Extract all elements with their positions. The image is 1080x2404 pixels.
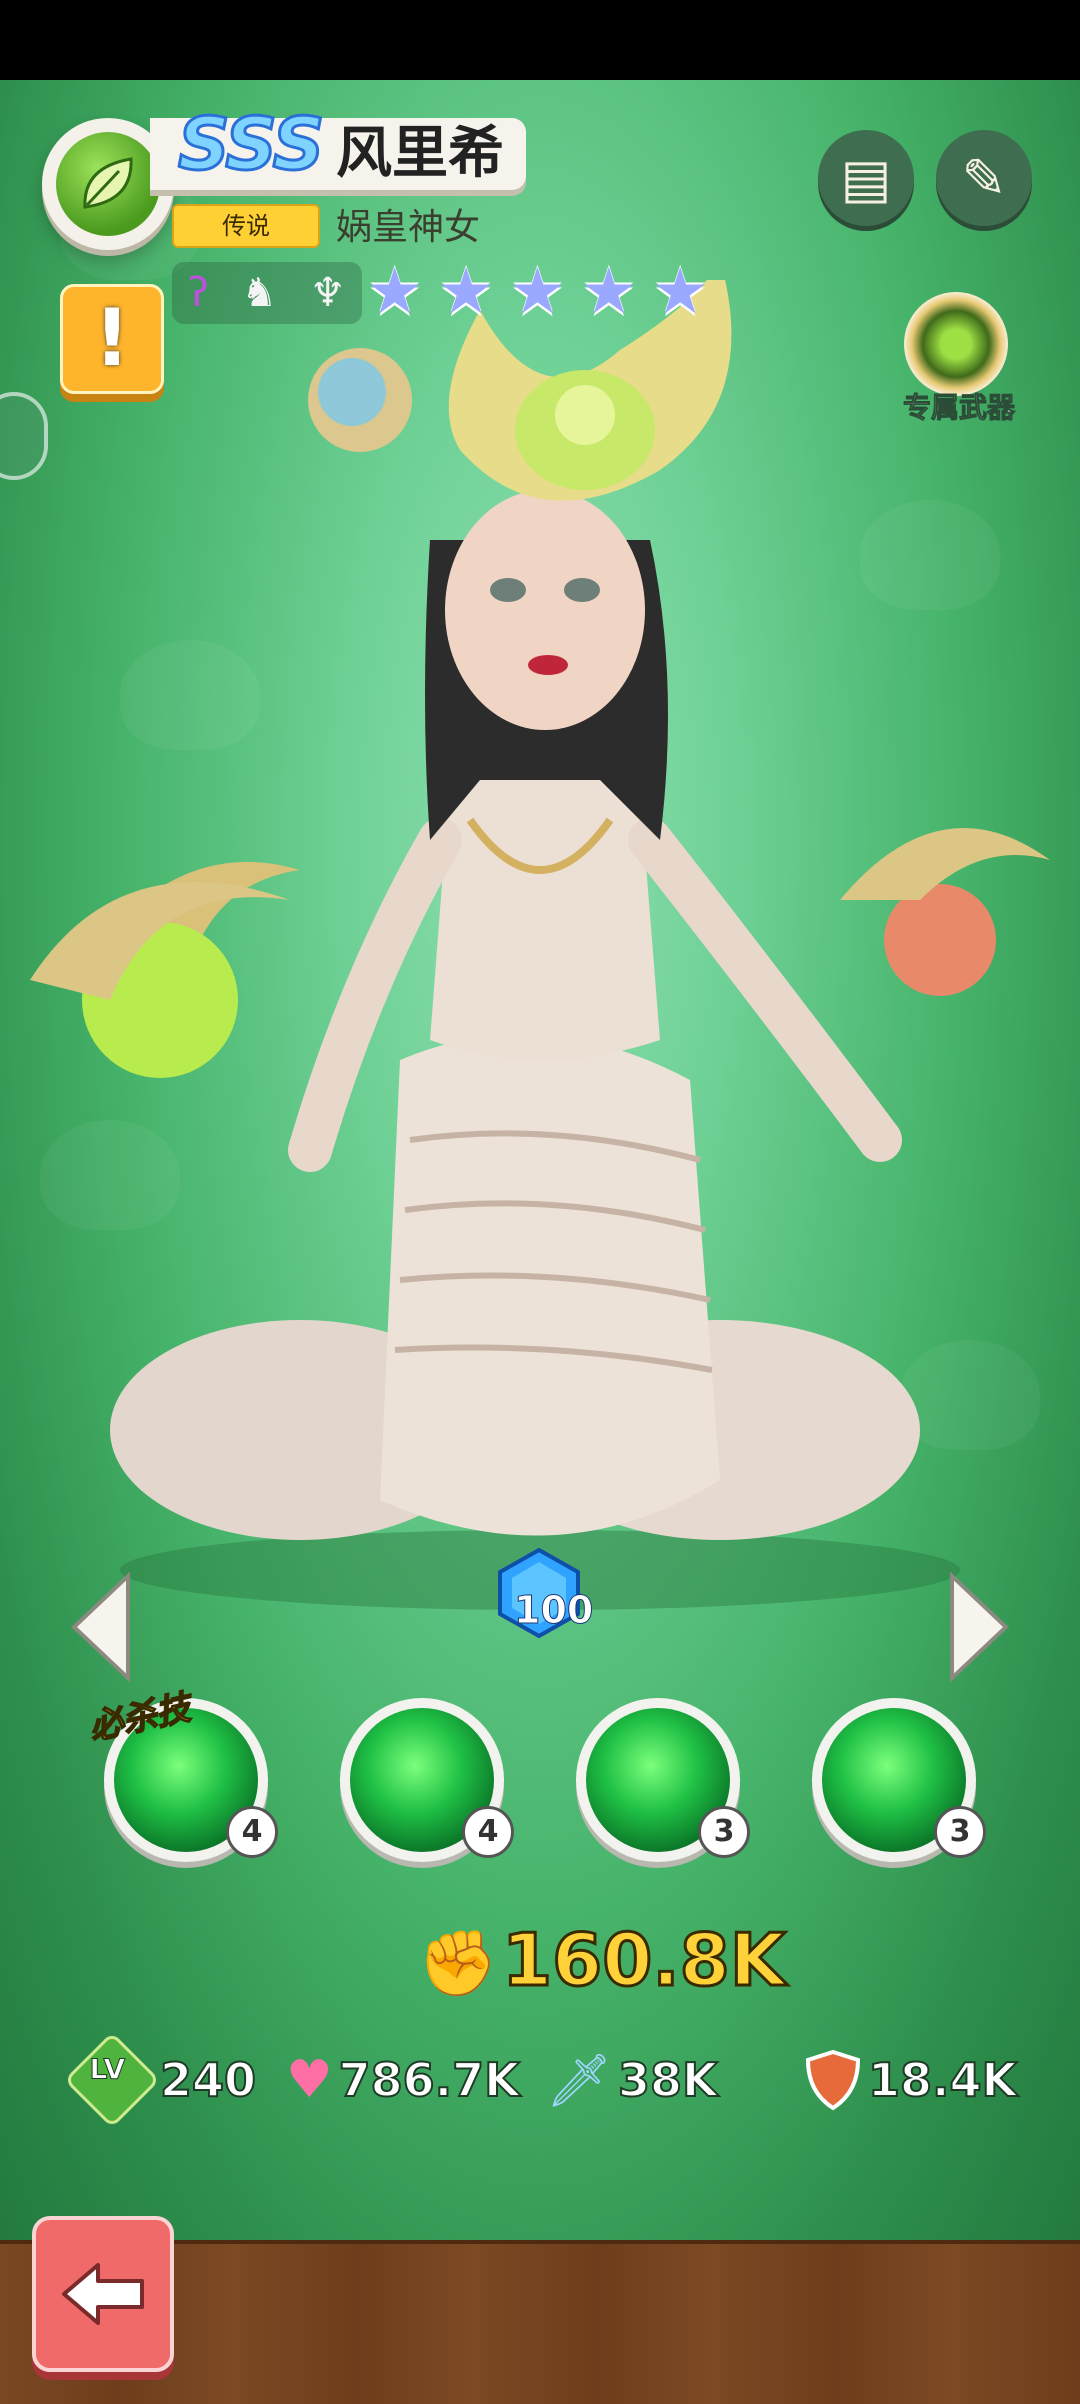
star-rating: ★ ★ ★ ★ ★ xyxy=(366,256,709,328)
skill-slot-3[interactable]: 3 xyxy=(576,1698,750,1862)
star-icon: ★ xyxy=(508,255,567,329)
info-button[interactable]: ! xyxy=(60,284,164,394)
skill-slot-4[interactable]: 3 xyxy=(812,1698,986,1862)
hp-value: 786.7K xyxy=(338,2052,521,2108)
star-icon: ★ xyxy=(366,255,424,329)
star-icon: ★ xyxy=(651,255,709,329)
sword-icon: 🗡 xyxy=(546,2050,613,2111)
side-tab[interactable] xyxy=(0,392,48,480)
handbook-button[interactable]: ▤ xyxy=(818,130,914,226)
trait-tags[interactable]: ʔ ♞ ♆ xyxy=(172,262,362,324)
previous-hero-arrow[interactable] xyxy=(68,1572,134,1682)
book-icon: ▤ xyxy=(840,146,892,210)
shield-icon xyxy=(805,2049,861,2111)
hero-character-art xyxy=(30,280,1050,1610)
exclusive-weapon-label: 专属武器 xyxy=(902,391,1015,425)
defense-stat: 18.4K xyxy=(804,2049,1018,2111)
heart-icon: ♥ xyxy=(286,2050,333,2110)
back-arrow-icon xyxy=(62,2263,144,2325)
star-icon: ★ xyxy=(580,255,638,329)
skill-slot-2[interactable]: 4 xyxy=(340,1698,514,1862)
attack-value: 38K xyxy=(617,2052,719,2108)
back-button[interactable] xyxy=(32,2216,174,2372)
exclusive-weapon-button[interactable] xyxy=(904,292,1008,396)
hook-icon: ʔ xyxy=(188,270,209,316)
hero-name: 风里希 xyxy=(336,121,504,186)
star-icon: ★ xyxy=(437,255,495,329)
leaf-icon xyxy=(83,157,133,209)
rank-label: SSS xyxy=(176,101,325,188)
status-bar xyxy=(0,0,1080,80)
next-hero-arrow[interactable] xyxy=(946,1572,1012,1682)
fist-icon: ✊ xyxy=(418,1927,498,2001)
skill-level: 4 xyxy=(226,1806,278,1858)
level-stat: LV 240 xyxy=(63,2031,257,2129)
skill-level: 3 xyxy=(698,1806,750,1858)
exclamation-icon: ! xyxy=(94,294,130,384)
defense-value: 18.4K xyxy=(867,2052,1018,2108)
gem-count: 100 xyxy=(513,1588,594,1633)
level-value: 240 xyxy=(159,2052,257,2108)
wings-icon: ♆ xyxy=(309,270,346,316)
skill-level: 3 xyxy=(934,1806,986,1858)
combat-power: 160.8K xyxy=(501,1917,788,2004)
notes-button[interactable]: ✎ xyxy=(936,130,1032,226)
skill-level: 4 xyxy=(462,1806,514,1858)
hero-title: 娲皇神女 xyxy=(336,207,481,248)
rarity-badge: 传说 xyxy=(172,204,320,248)
scroll-icon: ✎ xyxy=(961,146,1007,210)
hp-stat: ♥ 786.7K xyxy=(286,2050,521,2110)
helmet-icon: ♞ xyxy=(241,270,278,316)
attack-stat: 🗡 38K xyxy=(546,2050,719,2111)
